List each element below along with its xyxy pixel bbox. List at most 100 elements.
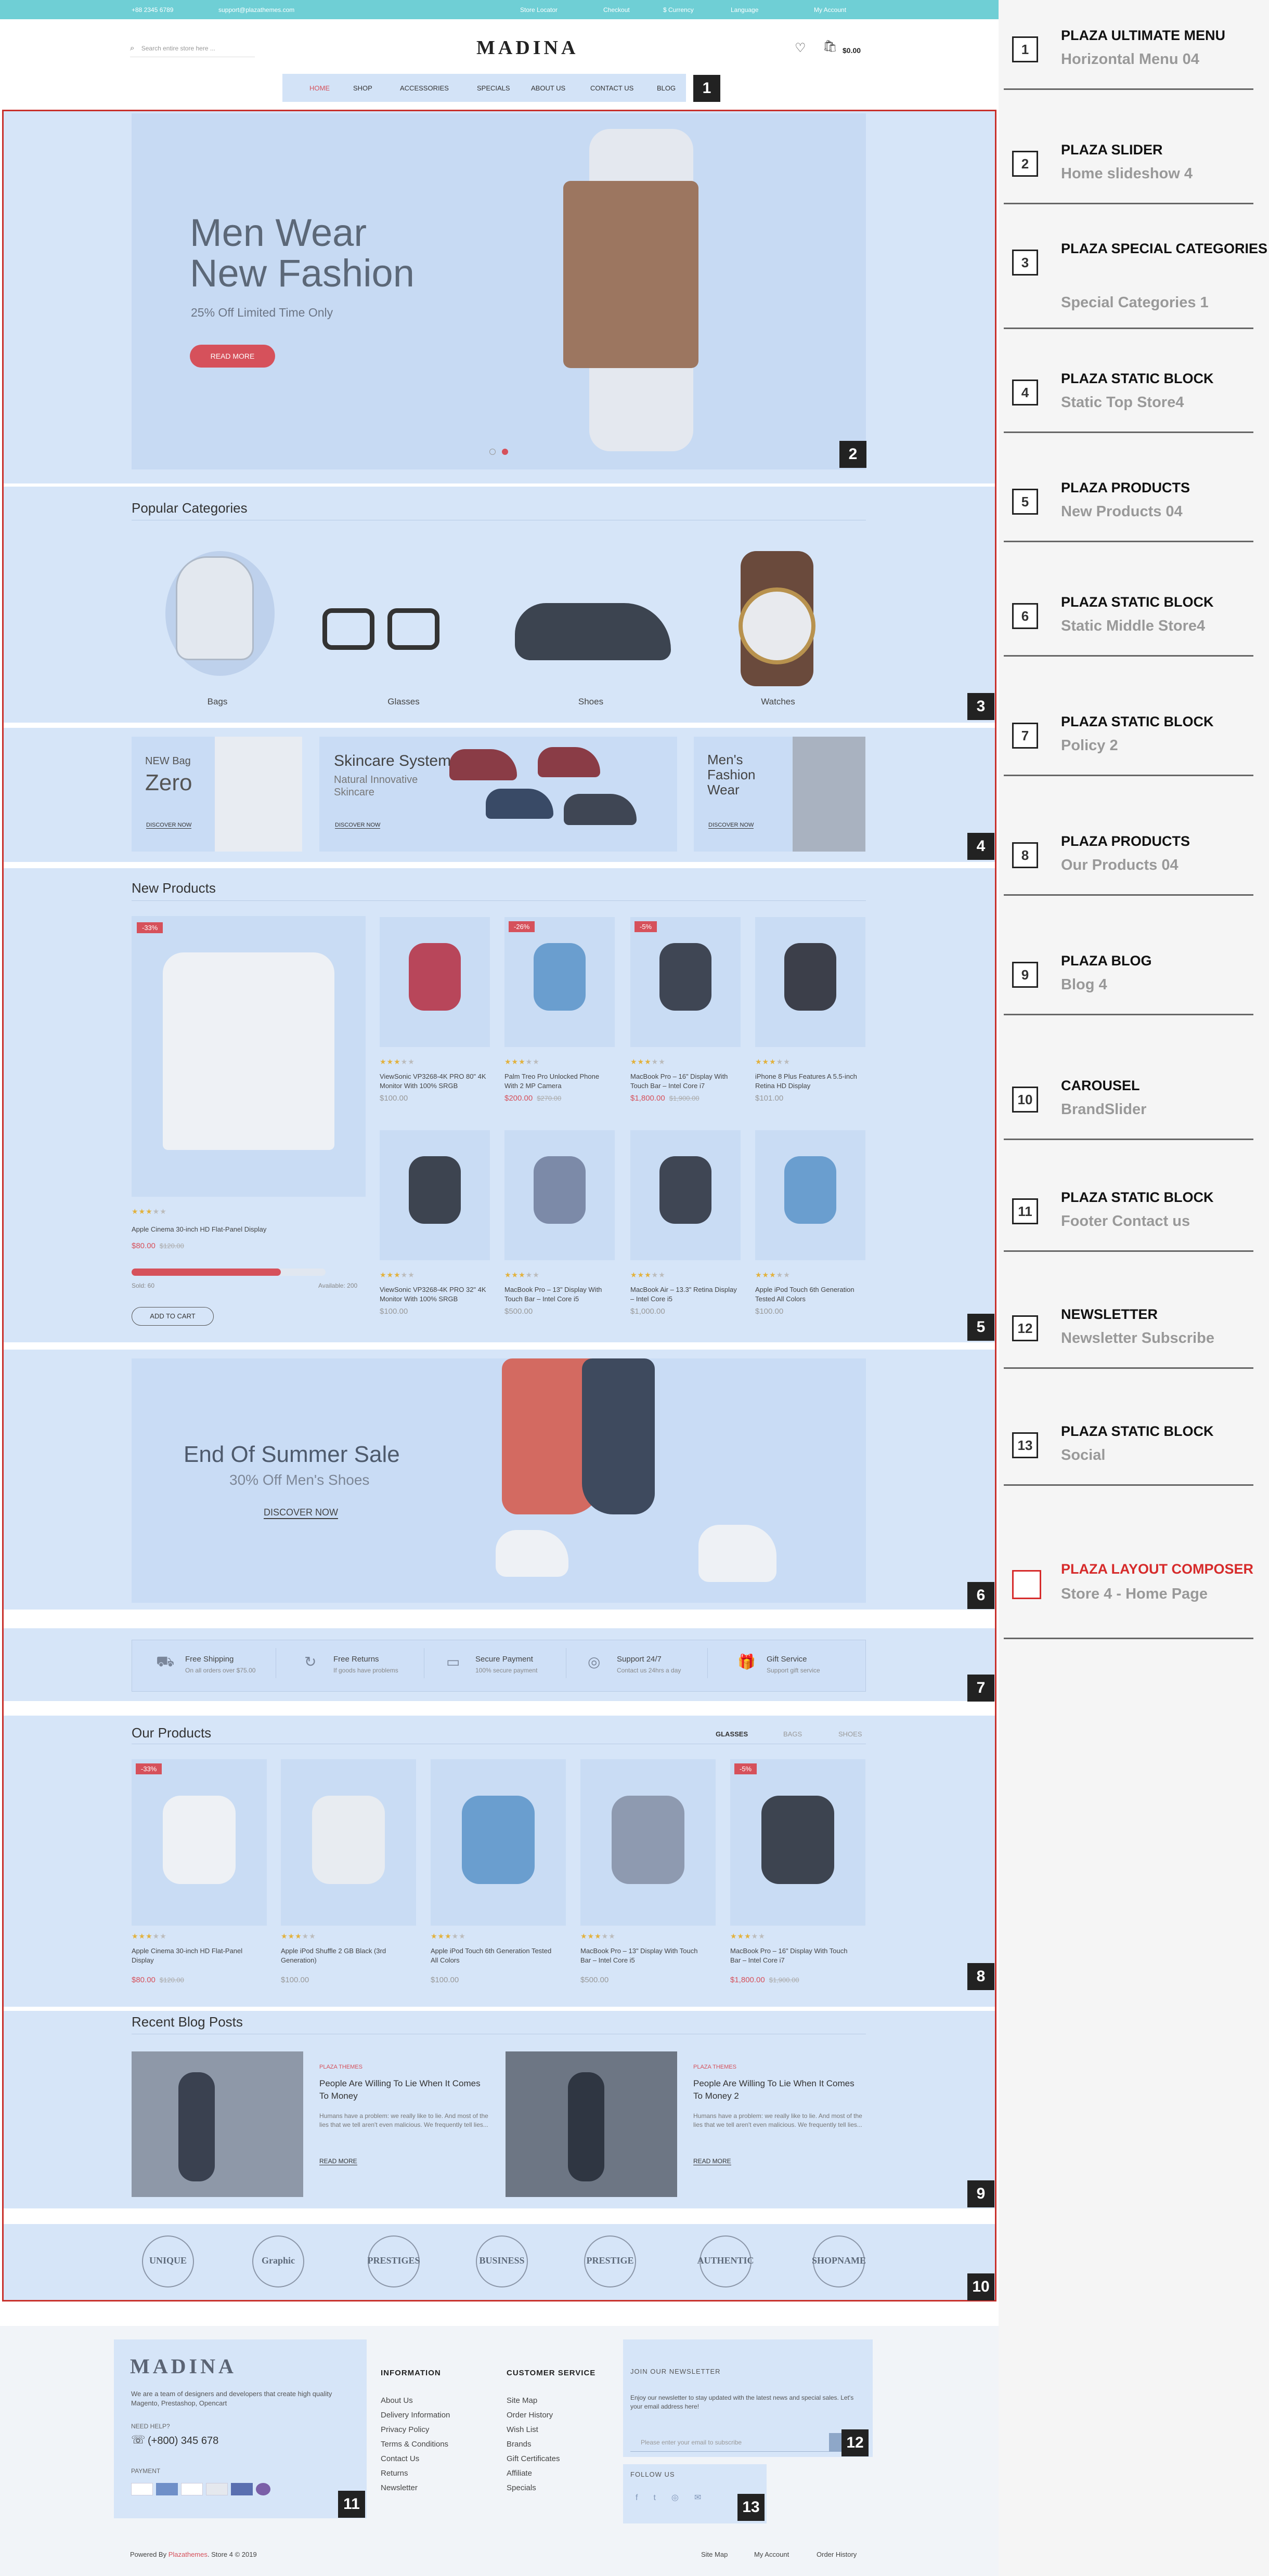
summer-sale-banner[interactable]: End Of Summer Sale 30% Off Men's Shoes D… [132, 1358, 866, 1603]
brand-logo[interactable]: SHOPNAME [805, 2235, 873, 2287]
add-to-cart-button[interactable]: ADD TO CART [132, 1307, 214, 1326]
brand-logo[interactable]: AUTHENTIC [692, 2235, 759, 2287]
product-name[interactable]: MacBook Pro – 13" Display With Touch Bar… [580, 1946, 705, 1965]
wishlist-heart-icon[interactable]: ♡ [795, 41, 806, 56]
summer-discover-button[interactable]: DISCOVER NOW [264, 1507, 339, 1519]
product-name[interactable]: MacBook Air – 13.3" Retina Display – Int… [630, 1285, 740, 1304]
footer-bottom-my-account[interactable]: My Account [754, 2551, 789, 2558]
cart-total[interactable]: $0.00 [843, 46, 861, 55]
product-name[interactable]: ViewSonic VP3268-4K PRO 32" 4K Monitor W… [380, 1285, 489, 1304]
instagram-icon[interactable]: ◎ [671, 2493, 694, 2502]
banner-skincare-button[interactable]: DISCOVER NOW [335, 822, 381, 829]
product-name[interactable]: Apple iPod Touch 6th Generation Tested A… [431, 1946, 555, 1965]
category-bags-label[interactable]: Bags [165, 697, 269, 707]
site-logo[interactable]: MADINA [476, 36, 578, 59]
nav-item-about-us[interactable]: ABOUT US [531, 84, 565, 92]
twitter-icon[interactable]: t [653, 2493, 671, 2502]
footer-cs-link[interactable]: Gift Certificates [507, 2452, 560, 2466]
brand-logo[interactable]: BUSINESS [468, 2235, 536, 2287]
new-product-image[interactable] [630, 1130, 741, 1260]
category-shoes-label[interactable]: Shoes [539, 697, 643, 707]
watch-face-image[interactable] [739, 587, 815, 664]
footer-cs-link[interactable]: Site Map [507, 2394, 560, 2408]
brand-logo[interactable]: UNIQUE [134, 2235, 202, 2287]
nav-item-accessories[interactable]: ACCESSORIES [400, 84, 449, 92]
our-product-image[interactable]: -5% [730, 1759, 865, 1926]
slide-read-more-button[interactable]: READ MORE [190, 345, 275, 368]
glasses-image[interactable] [322, 608, 442, 655]
brand-logo[interactable]: PRESTIGE [576, 2235, 644, 2287]
product-name[interactable]: MacBook Pro – 16" Display With Touch Bar… [630, 1072, 740, 1091]
footer-info-link[interactable]: Terms & Conditions [381, 2437, 450, 2452]
language-dropdown[interactable]: Language [731, 6, 758, 14]
product-name[interactable]: Apple iPod Shuffle 2 GB Black (3rd Gener… [281, 1946, 406, 1965]
blog-read-more-link[interactable]: READ MORE [319, 2157, 357, 2165]
product-name[interactable]: Apple iPod Touch 6th Generation Tested A… [755, 1285, 864, 1304]
featured-product-name[interactable]: Apple Cinema 30-inch HD Flat-Panel Displ… [132, 1225, 350, 1234]
banner-bag-button[interactable]: DISCOVER NOW [146, 822, 192, 829]
blog-post-title[interactable]: People Are Willing To Lie When It Comes … [319, 2077, 491, 2102]
banner-skincare[interactable]: Skincare System Natural Innovative Skinc… [319, 737, 677, 852]
banner-bag[interactable]: NEW Bag Zero DISCOVER NOW [132, 737, 302, 852]
new-product-image[interactable]: -26% [504, 917, 615, 1047]
footer-info-link[interactable]: Privacy Policy [381, 2423, 450, 2437]
my-account-link[interactable]: My Account [814, 6, 846, 14]
nav-item-blog[interactable]: BLOG [657, 84, 676, 92]
footer-cs-link[interactable]: Wish List [507, 2423, 560, 2437]
nav-item-contact-us[interactable]: CONTACT US [590, 84, 633, 92]
store-locator-link[interactable]: Store Locator [520, 6, 558, 14]
product-name[interactable]: MacBook Pro – 13" Display With Touch Bar… [504, 1285, 614, 1304]
currency-dropdown[interactable]: $ Currency [663, 6, 694, 14]
nav-item-specials[interactable]: SPECIALS [477, 84, 510, 92]
nav-item-shop[interactable]: SHOP [353, 84, 372, 92]
product-name[interactable]: iPhone 8 Plus Features A 5.5-inch Retina… [755, 1072, 864, 1091]
our-product-image[interactable]: -33% [132, 1759, 267, 1926]
our-product-image[interactable] [580, 1759, 716, 1926]
new-product-image[interactable]: -5% [630, 917, 741, 1047]
our-product-image[interactable] [281, 1759, 416, 1926]
facebook-icon[interactable]: f [636, 2493, 653, 2502]
footer-bottom-order-history[interactable]: Order History [817, 2551, 857, 2558]
product-name[interactable]: ViewSonic VP3268-4K PRO 80" 4K Monitor W… [380, 1072, 489, 1091]
footer-logo[interactable]: MADINA [130, 2354, 237, 2378]
new-product-image[interactable] [504, 1130, 615, 1260]
shoe-image[interactable] [515, 603, 671, 660]
our-product-image[interactable] [431, 1759, 566, 1926]
newsletter-email-input[interactable]: Please enter your email to subscribe [630, 2433, 838, 2452]
footer-cs-link[interactable]: Specials [507, 2481, 560, 2495]
category-glasses-label[interactable]: Glasses [352, 697, 456, 707]
new-product-image[interactable] [755, 917, 865, 1047]
footer-cs-link[interactable]: Brands [507, 2437, 560, 2452]
footer-cs-link[interactable]: Order History [507, 2408, 560, 2423]
footer-info-link[interactable]: Returns [381, 2466, 450, 2481]
banner-fashion-button[interactable]: DISCOVER NOW [708, 822, 754, 829]
footer-info-link[interactable]: Contact Us [381, 2452, 450, 2466]
product-name[interactable]: Palm Treo Pro Unlocked Phone With 2 MP C… [504, 1072, 614, 1091]
checkout-link[interactable]: Checkout [603, 6, 630, 14]
footer-phone[interactable]: (+800) 345 678 [148, 2435, 218, 2447]
search-icon[interactable]: ⌕ [130, 44, 134, 53]
cart-icon[interactable]: 🛍 [823, 40, 837, 53]
tab-shoes[interactable]: SHOES [838, 1730, 862, 1738]
banner-fashion[interactable]: Men's Fashion Wear DISCOVER NOW [694, 737, 865, 852]
new-product-image[interactable] [755, 1130, 865, 1260]
footer-info-link[interactable]: About Us [381, 2394, 450, 2408]
slide-dot-1[interactable] [489, 449, 496, 455]
category-bags[interactable] [165, 546, 275, 691]
search-input[interactable]: ⌕ Search entire store here ... [130, 44, 255, 57]
tab-glasses[interactable]: GLASSES [716, 1730, 748, 1738]
category-watches-label[interactable]: Watches [726, 697, 830, 707]
powered-brand-link[interactable]: Plazathemes [169, 2551, 208, 2558]
blog-post-title[interactable]: People Are Willing To Lie When It Comes … [693, 2077, 865, 2102]
blog-read-more-link[interactable]: READ MORE [693, 2157, 731, 2165]
slide-dot-2[interactable] [502, 449, 508, 455]
product-name[interactable]: MacBook Pro – 16" Display With Touch Bar… [730, 1946, 855, 1965]
footer-info-link[interactable]: Newsletter [381, 2481, 450, 2495]
product-name[interactable]: Apple Cinema 30-inch HD Flat-Panel Displ… [132, 1946, 256, 1965]
blog-post-image[interactable] [506, 2051, 677, 2197]
brand-logo[interactable]: PRESTIGES [360, 2235, 428, 2287]
email-link[interactable]: support@plazathemes.com [218, 6, 294, 14]
new-product-image[interactable] [380, 1130, 490, 1260]
brand-logo[interactable]: Graphic [244, 2235, 312, 2287]
nav-item-home[interactable]: HOME [309, 84, 330, 92]
